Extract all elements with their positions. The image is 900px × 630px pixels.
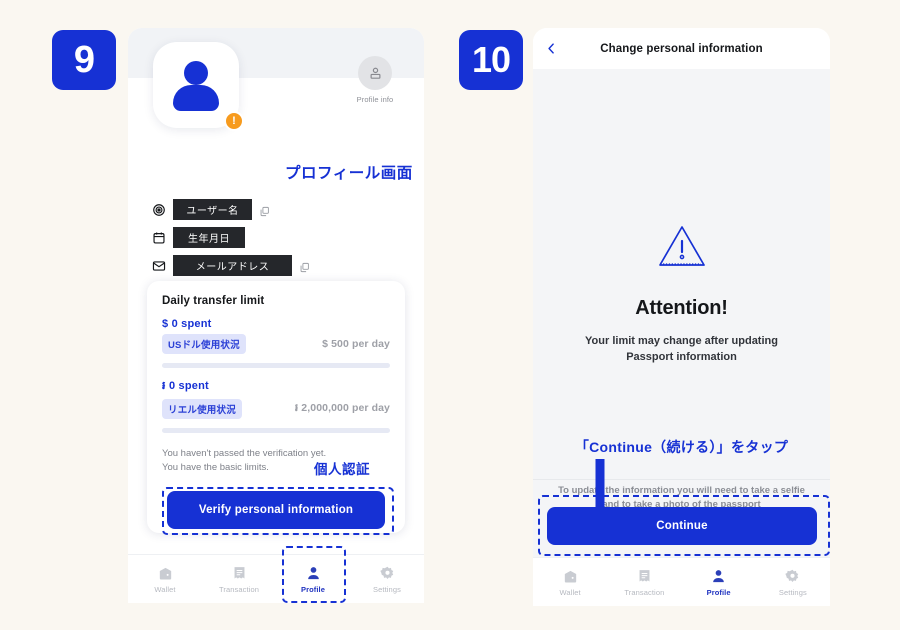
target-icon	[152, 203, 166, 217]
step-badge-10-number: 10	[471, 39, 511, 80]
envelope-icon	[152, 259, 166, 273]
annotation-tap-continue: 「Continue（続ける）」をタップ	[574, 439, 789, 455]
nav-item-settings-right[interactable]: Settings	[756, 568, 830, 597]
birthdate-value: 生年月日	[173, 227, 245, 248]
field-row-birthdate: 生年月日	[152, 227, 245, 248]
warning-triangle-icon	[657, 224, 707, 268]
step-badge-10: 10	[459, 30, 523, 90]
wallet-icon	[562, 568, 579, 585]
avatar-alert-badge: !	[224, 111, 244, 131]
wallet-icon	[157, 565, 174, 582]
nav-item-profile-right[interactable]: Profile	[682, 568, 756, 597]
field-row-username: ユーザー名	[152, 199, 270, 220]
nav-item-transaction-right[interactable]: Transaction	[607, 568, 681, 597]
email-value: メールアドレス	[173, 255, 292, 276]
profile-info-label: Profile info	[356, 95, 394, 104]
highlight-box-verify-button	[162, 487, 394, 535]
khr-progress-bar	[162, 428, 390, 433]
usd-progress-bar	[162, 363, 390, 368]
chevron-left-icon[interactable]	[545, 42, 558, 55]
divider	[533, 479, 830, 480]
annotation-usd-usage: USドル使用状況	[162, 334, 246, 354]
khr-per-day-limit: ៛ 2,000,000 per day	[294, 401, 390, 414]
gear-icon	[784, 568, 801, 585]
calendar-icon	[152, 231, 166, 245]
profile-badge-icon	[358, 56, 392, 90]
nav-label-wallet: Wallet	[154, 584, 176, 594]
usd-per-day-limit: $ 500 per day	[322, 338, 390, 350]
avatar[interactable]: !	[153, 42, 244, 131]
limit-row-usd: $ 0 spent USドル使用状況 $ 500 per day	[162, 318, 390, 368]
bottom-navigation-right: Wallet Transaction Profile Settings	[533, 557, 830, 606]
nav-label-wallet-right: Wallet	[559, 587, 581, 597]
nav-item-transaction[interactable]: Transaction	[202, 565, 276, 594]
screenshot-stage: 9 ! Profile info プロフィール画面 ユーザー名 生年月日 メール…	[0, 0, 900, 630]
bottom-navigation-left: Wallet Transaction Profile Settings	[128, 554, 424, 603]
username-value: ユーザー名	[173, 199, 252, 220]
limit-row-khr: ៛ 0 spent リエル使用状況 ៛ 2,000,000 per day	[162, 379, 390, 433]
copy-icon-username[interactable]	[259, 204, 270, 217]
nav-label-transaction: Transaction	[218, 584, 259, 594]
annotation-khr-usage: リエル使用状況	[162, 399, 242, 419]
receipt-icon	[231, 565, 248, 582]
nav-item-wallet[interactable]: Wallet	[128, 565, 202, 594]
annotation-personal-verification: 個人認証	[314, 462, 370, 477]
field-row-email: メールアドレス	[152, 255, 310, 276]
profile-info-button[interactable]: Profile info	[344, 56, 406, 104]
limit-card-title: Daily transfer limit	[162, 295, 265, 307]
attention-heading: Attention!	[635, 297, 728, 319]
highlight-box-continue-button	[538, 495, 830, 556]
khr-spent-value: ៛ 0 spent	[162, 380, 209, 392]
nav-label-transaction-right: Transaction	[624, 587, 665, 597]
attention-subtitle-line1: Your limit may change after updating	[585, 335, 778, 347]
copy-icon-email[interactable]	[299, 260, 310, 273]
right-top-bar: Change personal information	[533, 28, 830, 69]
usd-spent-value: $ 0 spent	[162, 318, 212, 330]
attention-subtitle-line2: Passport information	[626, 350, 737, 363]
nav-item-settings[interactable]: Settings	[350, 565, 424, 594]
gear-icon	[379, 565, 396, 582]
nav-item-wallet-right[interactable]: Wallet	[533, 568, 607, 597]
step-badge-9: 9	[52, 30, 116, 90]
nav-label-settings-right: Settings	[778, 587, 807, 597]
step-badge-9-number: 9	[73, 38, 95, 81]
person-avatar-icon	[170, 59, 222, 111]
highlight-box-profile-tab	[282, 546, 346, 603]
page-title: Change personal information	[600, 42, 763, 55]
nav-label-settings: Settings	[373, 584, 401, 594]
attention-subtitle: Your limit may change after updating Pas…	[533, 334, 830, 366]
annotation-profile-screen: プロフィール画面	[285, 165, 413, 182]
receipt-icon	[636, 568, 653, 585]
nav-label-profile-right: Profile	[706, 587, 731, 597]
person-icon	[710, 568, 727, 585]
